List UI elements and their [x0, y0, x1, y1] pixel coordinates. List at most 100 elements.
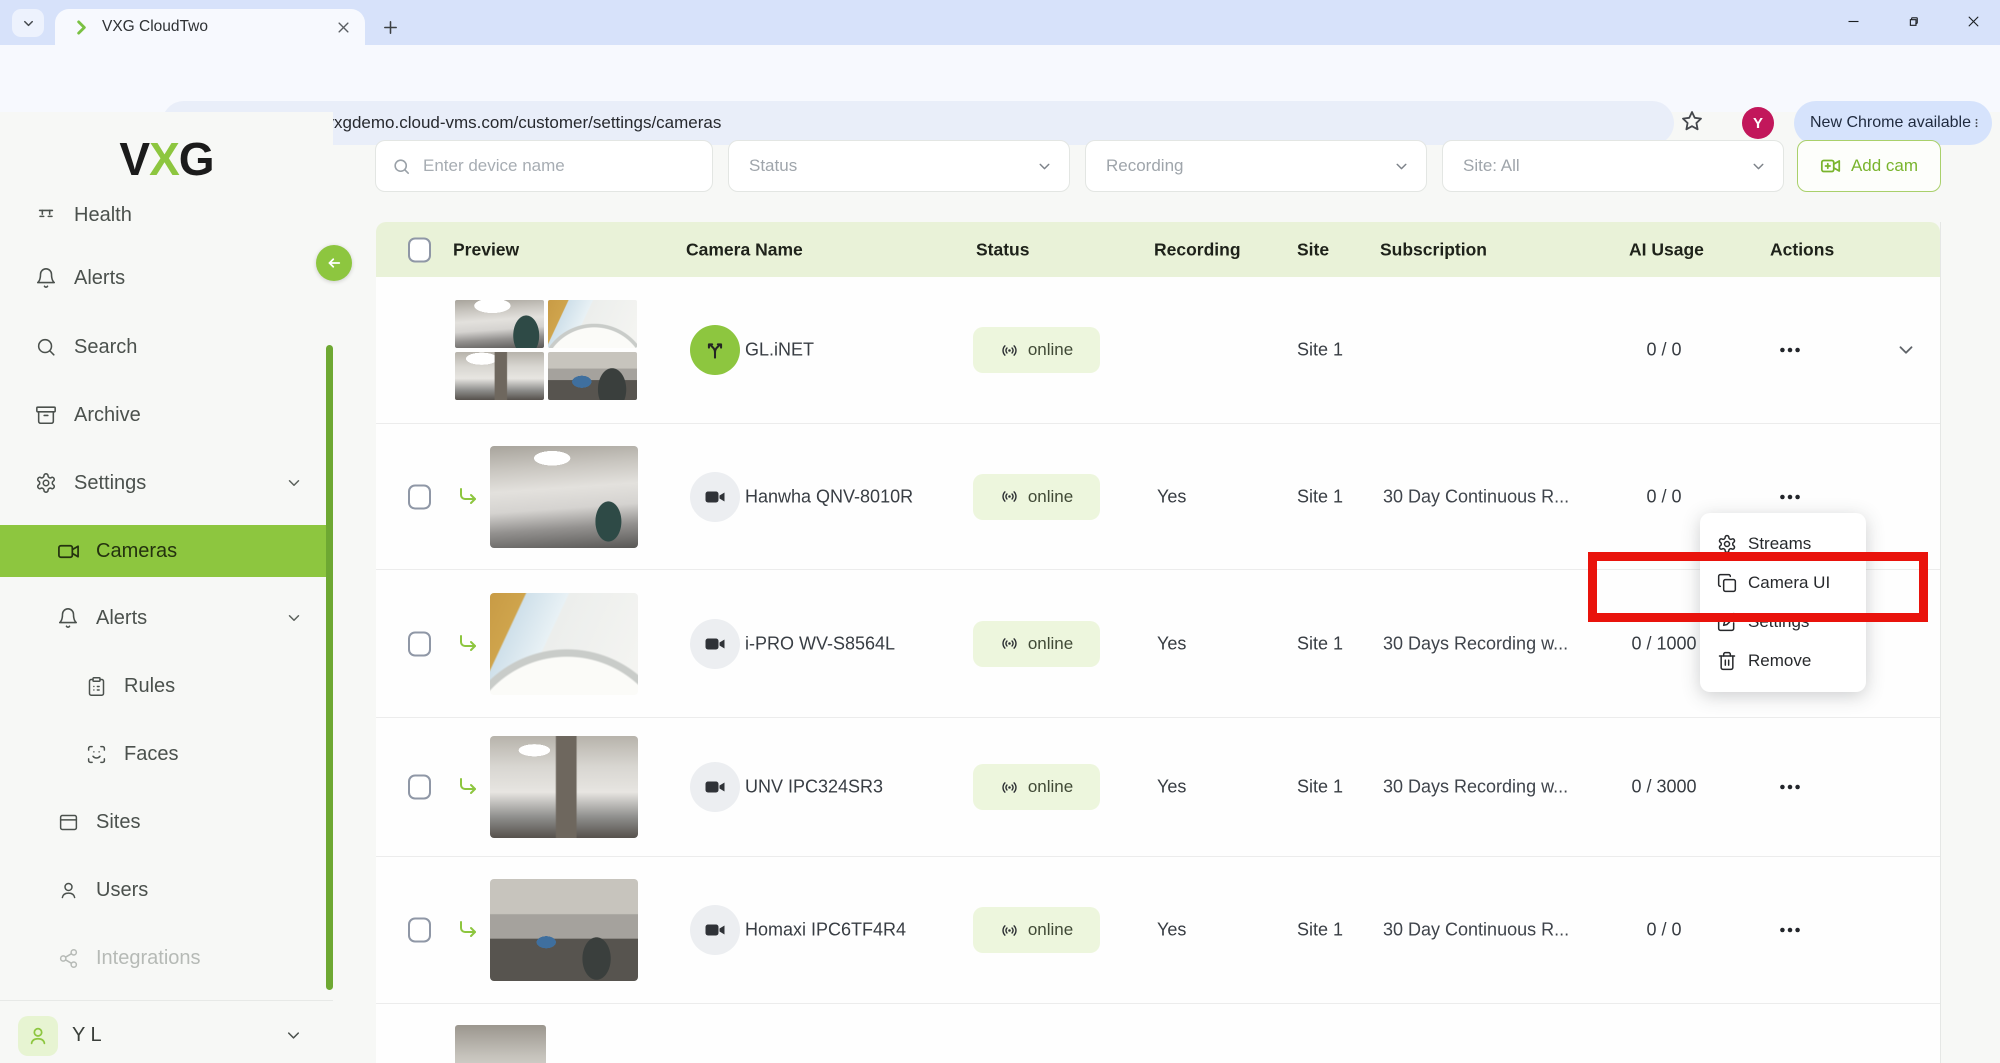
camera-preview: [455, 300, 544, 348]
chevron-down-icon: [1036, 158, 1053, 175]
ai-usage-value: 0 / 0: [1584, 340, 1744, 361]
subdevice-arrow-icon: [456, 485, 480, 509]
search-icon: [34, 336, 58, 358]
chrome-update-button[interactable]: New Chrome available: [1794, 101, 1992, 145]
url-bar[interactable]: cloudtwo-prod.vxgdemo.cloud-vms.com/cust…: [162, 101, 1674, 145]
camera-name[interactable]: UNV IPC324SR3: [745, 777, 883, 798]
subscription-value: 30 Days Recording w...: [1383, 633, 1568, 654]
restore-button[interactable]: [1900, 8, 1926, 34]
camera-name[interactable]: Homaxi IPC6TF4R4: [745, 920, 906, 941]
sidebar-item-users[interactable]: Users: [0, 864, 333, 916]
status-filter-dropdown[interactable]: Status: [728, 140, 1070, 192]
sidebar-item-search[interactable]: Search: [0, 321, 333, 373]
menu-item-remove[interactable]: Remove: [1700, 641, 1866, 680]
camera-preview[interactable]: [490, 879, 638, 981]
row-actions-button[interactable]: [1770, 772, 1810, 802]
ellipsis-icon: [1777, 917, 1803, 943]
kebab-menu-icon[interactable]: [1971, 114, 1982, 132]
camera-name[interactable]: GL.iNET: [745, 340, 814, 361]
row-checkbox[interactable]: [408, 484, 431, 509]
sidebar-item-alerts-sub[interactable]: Alerts: [0, 592, 333, 644]
recording-value: Yes: [1157, 486, 1186, 507]
sidebar-collapse-button[interactable]: [316, 245, 352, 281]
subscription-value: 30 Day Continuous R...: [1383, 920, 1569, 941]
vxg-favicon: [73, 19, 90, 36]
status-badge: online: [973, 327, 1100, 373]
browser-tab[interactable]: VXG CloudTwo: [55, 9, 365, 45]
sidebar-item-rules[interactable]: Rules: [0, 660, 333, 712]
sidebar-item-cameras[interactable]: Cameras: [0, 525, 333, 577]
site-value: Site 1: [1297, 630, 1345, 657]
minimize-button[interactable]: [1840, 8, 1866, 34]
camera-preview-grid[interactable]: [455, 300, 637, 400]
row-checkbox[interactable]: [408, 918, 431, 943]
row-actions-button[interactable]: [1770, 335, 1810, 365]
sidebar-scrollbar[interactable]: [326, 345, 333, 990]
site-filter-dropdown[interactable]: Site: All: [1442, 140, 1784, 192]
window-icon: [56, 812, 80, 833]
restore-icon: [1906, 14, 1921, 29]
sidebar-item-alerts[interactable]: Alerts: [0, 252, 333, 304]
close-button[interactable]: [1960, 8, 1986, 34]
camera-plus-icon: [1820, 155, 1842, 177]
star-icon: [1680, 109, 1704, 133]
camera-type-icon: [690, 762, 740, 812]
sidebar-item-sites[interactable]: Sites: [0, 796, 333, 848]
search-icon: [392, 157, 411, 176]
select-all-checkbox[interactable]: [408, 237, 431, 262]
sidebar-item-faces[interactable]: Faces: [0, 728, 333, 780]
device-search-field[interactable]: [375, 140, 713, 192]
sidebar-item-settings[interactable]: Settings: [0, 457, 333, 509]
camera-preview[interactable]: [490, 446, 638, 548]
sidebar-item-integrations[interactable]: Integrations: [0, 932, 333, 984]
status-badge: online: [973, 764, 1100, 810]
tab-search-button[interactable]: [12, 9, 44, 37]
face-scan-icon: [84, 744, 108, 765]
subdevice-arrow-icon: [456, 775, 480, 799]
minimize-icon: [1846, 14, 1861, 29]
add-cam-button[interactable]: Add cam: [1797, 140, 1941, 192]
status-badge: online: [973, 474, 1100, 520]
expand-row-button[interactable]: [1895, 339, 1917, 361]
sidebar-logo-area: VXG: [0, 112, 333, 205]
row-actions-button[interactable]: [1770, 482, 1810, 512]
camera-name[interactable]: i-PRO WV-S8564L: [745, 633, 895, 654]
vxg-logo: VXG: [119, 132, 213, 186]
site-value: Site 1: [1297, 483, 1345, 510]
camera-preview[interactable]: [490, 593, 638, 695]
plus-icon: [382, 19, 399, 36]
recording-value: Yes: [1157, 633, 1186, 654]
broadcast-icon: [1000, 778, 1019, 797]
gear-icon: [34, 472, 58, 494]
bookmark-button[interactable]: [1680, 109, 1704, 133]
camera-type-icon: [690, 472, 740, 522]
camera-name[interactable]: Hanwha QNV-8010R: [745, 486, 913, 507]
sidebar-user-menu[interactable]: Y L: [0, 1008, 333, 1063]
nodes-icon: [56, 948, 80, 969]
profile-avatar[interactable]: Y: [1742, 107, 1774, 139]
tab-title: VXG CloudTwo: [102, 18, 328, 36]
subdevice-arrow-icon: [456, 632, 480, 656]
ai-usage-value: 0 / 3000: [1584, 777, 1744, 798]
chevron-down-icon: [1895, 339, 1917, 361]
video-camera-icon: [703, 485, 727, 509]
tab-close-icon[interactable]: [336, 20, 351, 35]
trash-icon: [1717, 651, 1737, 671]
row-actions-button[interactable]: [1770, 915, 1810, 945]
search-input[interactable]: [423, 156, 683, 176]
recording-filter-dropdown[interactable]: Recording: [1085, 140, 1427, 192]
new-tab-button[interactable]: [376, 13, 404, 41]
sidebar-item-archive[interactable]: Archive: [0, 389, 333, 441]
health-icon: [34, 204, 58, 226]
row-checkbox[interactable]: [408, 775, 431, 800]
bell-icon: [56, 607, 80, 629]
ai-usage-value: 0 / 0: [1584, 920, 1744, 941]
table-header: Preview Camera Name Status Recording Sit…: [376, 222, 1940, 277]
camera-preview[interactable]: [490, 736, 638, 838]
bell-icon: [34, 267, 58, 289]
camera-preview: [548, 352, 637, 400]
row-checkbox[interactable]: [408, 631, 431, 656]
status-badge: online: [973, 621, 1100, 667]
ellipsis-icon: [1777, 774, 1803, 800]
sidebar-divider: [0, 1000, 333, 1001]
